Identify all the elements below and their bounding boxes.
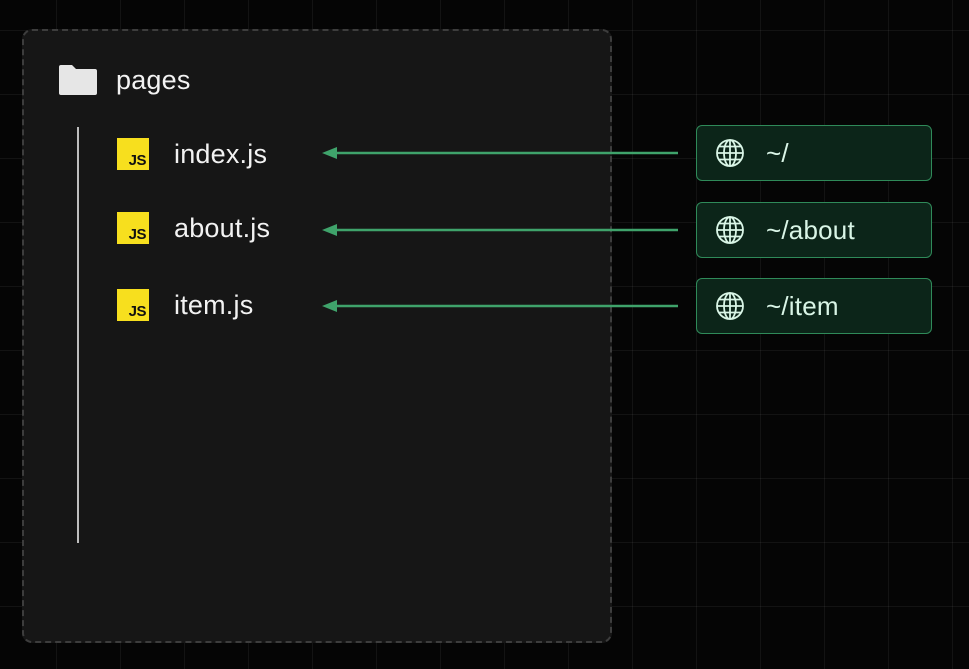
folder-name: pages: [116, 64, 191, 95]
js-badge-text: JS: [128, 152, 147, 169]
file-name: item.js: [174, 289, 254, 320]
route-path: ~/about: [766, 214, 855, 245]
file-item-item: JS item.js: [117, 287, 253, 323]
route-root: ~/: [696, 125, 932, 181]
pages-directory-panel: [22, 29, 612, 643]
file-item-about: JS about.js: [117, 210, 270, 246]
pages-folder: pages: [58, 60, 191, 100]
js-badge-text: JS: [128, 303, 147, 320]
javascript-file-icon: JS: [117, 138, 149, 170]
route-path: ~/item: [766, 290, 839, 321]
globe-icon: [716, 216, 744, 244]
folder-icon: [59, 65, 97, 95]
globe-icon: [716, 292, 744, 320]
route-item: ~/item: [696, 278, 932, 334]
tree-connector-line: [77, 127, 79, 543]
javascript-file-icon: JS: [117, 212, 149, 244]
js-badge-text: JS: [128, 226, 147, 243]
globe-icon: [716, 139, 744, 167]
route-about: ~/about: [696, 202, 932, 258]
javascript-file-icon: JS: [117, 289, 149, 321]
file-routing-diagram: { "folder": { "icon": "folder-icon", "na…: [0, 0, 969, 669]
file-item-index: JS index.js: [117, 136, 267, 172]
file-name: about.js: [174, 212, 271, 243]
file-name: index.js: [174, 138, 268, 169]
route-path: ~/: [766, 137, 789, 168]
